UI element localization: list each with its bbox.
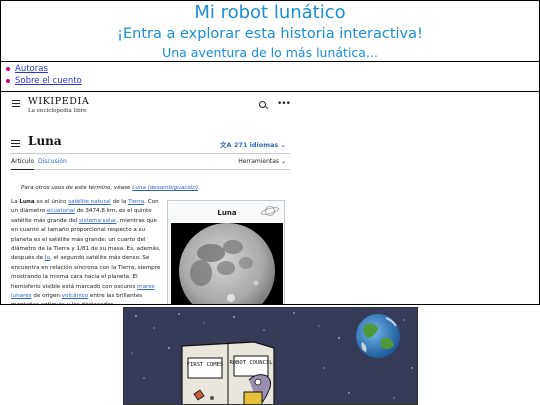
moon-symbol-icon [260,206,280,216]
sign-left-text: FIRST COMES [187,362,223,368]
link-ecuatorial[interactable]: ecuatorial [47,208,75,214]
wikipedia-tagline: La enciclopedia libre [28,108,87,114]
article-body: La Luna es el único satélite natural de … [11,198,163,304]
moon-image[interactable] [171,223,283,304]
site-tagline: Una aventura de lo más lunática... [162,45,378,60]
disambiguation-link[interactable]: Luna (desambiguación) [132,185,198,191]
story-illustration: FIRST COMES ROBOT COUNCIL [123,307,418,405]
page-title: Luna [28,134,62,148]
hatnote-end: . [198,185,200,191]
link-sistema-solar[interactable]: sistema solar [79,218,116,224]
hatnote: Para otros usos de este término, véase L… [21,185,200,191]
tools-menu[interactable]: Herramientas ⌄ [238,158,286,165]
bullet-icon [6,79,10,83]
nav-item-sobre: Sobre el cuento [6,75,539,87]
nav-item-autoras: Autoras [6,63,539,75]
menu-icon[interactable] [12,100,20,107]
chevron-down-icon: ⌄ [278,141,286,149]
search-icon[interactable] [259,101,266,108]
wikipedia-embed: WIKIPEDIA La enciclopedia libre ••• Luna… [0,92,540,305]
tab-article[interactable]: Artículo [11,158,35,170]
site-title: Mi robot lunático [194,2,346,23]
illustration-drawing: FIRST COMES ROBOT COUNCIL [124,308,417,404]
sign-right-text: ROBOT COUNCIL [229,360,273,366]
tools-label: Herramientas [238,158,280,165]
link-tierra[interactable]: Tierra [128,199,144,205]
nav-link-sobre-el-cuento[interactable]: Sobre el cuento [15,75,82,87]
hatnote-text: Para otros usos de este término, véase [21,185,133,191]
wiki-title-row: Luna 文A 271 idiomas ⌄ [10,134,290,154]
wikipedia-wordmark: WIKIPEDIA [28,96,90,107]
moon-picture [179,223,275,304]
language-button[interactable]: 文A 271 idiomas ⌄ [220,139,286,149]
wiki-tabs: Artículo Discusión Herramientas ⌄ [10,155,290,170]
chevron-down-icon: ⌄ [279,158,286,165]
site-subtitle: ¡Entra a explorar esta historia interact… [117,26,423,42]
wikipedia-logo[interactable]: WIKIPEDIA La enciclopedia libre [28,97,89,115]
site-nav: Autoras Sobre el cuento [0,62,540,92]
body-text: de origen [31,293,62,300]
wiki-topbar: WIKIPEDIA La enciclopedia libre ••• [1,92,301,119]
site-header: Mi robot lunático ¡Entra a explorar esta… [0,0,540,62]
body-text: de la [110,199,129,205]
bullet-icon [6,67,10,71]
link-satelite-natural[interactable]: satélite natural [68,199,111,205]
language-count: 271 idiomas [233,141,279,149]
translate-icon: 文A [220,141,234,149]
more-options-icon[interactable]: ••• [277,99,291,109]
infobox: Luna [167,200,285,304]
table-of-contents-icon[interactable] [11,140,20,147]
tab-discussion[interactable]: Discusión [38,158,67,165]
nav-link-autoras[interactable]: Autoras [15,63,48,75]
page: Mi robot lunático ¡Entra a explorar esta… [0,0,540,405]
body-bold: Luna [19,199,35,205]
link-volcanico[interactable]: volcánico [62,293,88,299]
body-text: es el único [34,199,69,205]
